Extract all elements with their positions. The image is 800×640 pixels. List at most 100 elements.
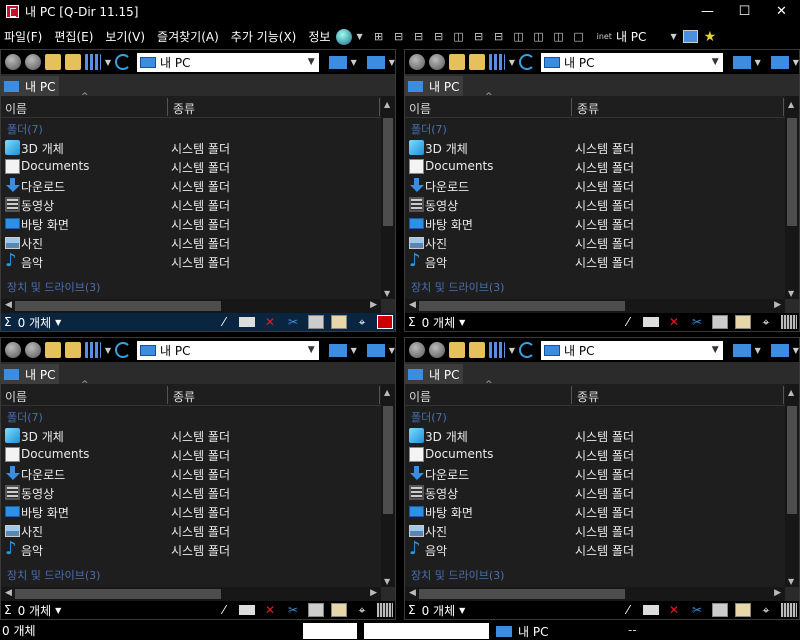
maximize-button[interactable]: ☐: [726, 0, 763, 23]
grid-view-icon[interactable]: [377, 603, 393, 617]
paste-icon[interactable]: [331, 603, 347, 617]
scroll-left-icon[interactable]: ◀: [409, 588, 416, 598]
computer-icon[interactable]: [366, 55, 385, 69]
delete-icon[interactable]: ✕: [666, 603, 682, 617]
layout-3e-icon[interactable]: ◫: [529, 30, 549, 43]
layout-2h-icon[interactable]: ⊟: [469, 30, 489, 43]
desktop-icon[interactable]: [732, 55, 751, 69]
list-item[interactable]: 사진 시스템 폴더: [405, 521, 785, 540]
desktop-icon[interactable]: [732, 343, 751, 357]
list-item[interactable]: 음악 시스템 폴더: [1, 250, 381, 271]
open-folder-icon[interactable]: [468, 54, 485, 70]
scroll-thumb[interactable]: [383, 118, 393, 226]
list-item[interactable]: 3D 개체 시스템 폴더: [1, 426, 381, 445]
list-item[interactable]: Documents 시스템 폴더: [1, 157, 381, 176]
list-item[interactable]: 동영상 시스템 폴더: [1, 195, 381, 214]
group-drives[interactable]: 장치 및 드라이브(3): [411, 567, 504, 583]
scroll-left-icon[interactable]: ◀: [5, 300, 12, 310]
list-item[interactable]: 동영상 시스템 폴더: [1, 483, 381, 502]
list-item[interactable]: 3D 개체 시스템 폴더: [405, 426, 785, 445]
column-type-header[interactable]: 종류: [577, 100, 599, 117]
scroll-right-icon[interactable]: ▶: [370, 300, 377, 310]
list-item[interactable]: 바탕 화면 시스템 폴더: [1, 502, 381, 521]
select-icon[interactable]: ⌖: [758, 603, 774, 617]
open-folder-icon[interactable]: [64, 54, 81, 70]
layout-2c-icon[interactable]: ◫: [549, 30, 569, 43]
list-item[interactable]: 음악 시스템 폴더: [405, 538, 785, 559]
layout-4-icon[interactable]: ⊟: [389, 30, 409, 43]
globe-icon[interactable]: [336, 28, 353, 45]
address-bar[interactable]: 내 PC ▼: [136, 340, 319, 360]
scroll-down-icon[interactable]: ▼: [384, 577, 390, 586]
layout-3a-icon[interactable]: ⊟: [409, 30, 429, 43]
chevron-down-icon[interactable]: ▼: [755, 346, 761, 355]
list-item[interactable]: 사진 시스템 폴더: [1, 521, 381, 540]
group-folders[interactable]: 폴더(7): [411, 409, 447, 425]
list-item[interactable]: Documents 시스템 폴더: [405, 157, 785, 176]
list-item[interactable]: 다운로드 시스템 폴더: [1, 176, 381, 195]
chevron-down-icon[interactable]: ▼: [712, 57, 719, 67]
select-icon[interactable]: ⌖: [354, 603, 370, 617]
menu-file[interactable]: 파일(F): [0, 28, 50, 45]
copy-icon[interactable]: [712, 603, 728, 617]
list-item[interactable]: 바탕 화면 시스템 폴더: [1, 214, 381, 233]
chevron-down-icon[interactable]: ▼: [670, 32, 676, 41]
chevron-down-icon[interactable]: ▼: [755, 58, 761, 67]
layout-2v-icon[interactable]: ◫: [449, 30, 469, 43]
list-item[interactable]: 다운로드 시스템 폴더: [1, 464, 381, 483]
scroll-thumb[interactable]: [383, 406, 393, 514]
list-item[interactable]: 3D 개체 시스템 폴더: [1, 138, 381, 157]
scroll-thumb[interactable]: [419, 589, 625, 599]
view-mode-icon[interactable]: [84, 54, 101, 70]
mail-icon[interactable]: [239, 317, 255, 327]
computer-icon[interactable]: [366, 343, 385, 357]
paste-icon[interactable]: [735, 603, 751, 617]
magic-wand-icon[interactable]: ⁄: [620, 315, 636, 329]
chevron-down-icon[interactable]: ▼: [793, 58, 799, 67]
layout-3d-icon[interactable]: ◫: [509, 30, 529, 43]
close-button[interactable]: ✕: [763, 0, 800, 23]
refresh-icon[interactable]: [115, 342, 131, 358]
layout-3b-icon[interactable]: ⊟: [429, 30, 449, 43]
horizontal-scrollbar[interactable]: ◀ ▶: [405, 299, 785, 313]
delete-icon[interactable]: ✕: [262, 315, 278, 329]
chevron-down-icon[interactable]: ▼: [105, 58, 111, 67]
magic-wand-icon[interactable]: ⁄: [216, 315, 232, 329]
list-item[interactable]: 다운로드 시스템 폴더: [405, 176, 785, 195]
chevron-down-icon[interactable]: ▼: [793, 346, 799, 355]
grid-view-icon[interactable]: [781, 603, 797, 617]
column-divider[interactable]: [379, 98, 380, 116]
address-bar[interactable]: 내 PC ▼: [540, 340, 723, 360]
scroll-right-icon[interactable]: ▶: [774, 588, 781, 598]
scroll-up-icon[interactable]: ▲: [384, 100, 390, 109]
address-bar[interactable]: 내 PC ▼: [136, 52, 319, 72]
scroll-right-icon[interactable]: ▶: [370, 588, 377, 598]
column-divider[interactable]: [167, 98, 168, 116]
column-divider[interactable]: [571, 98, 572, 116]
copy-icon[interactable]: [308, 315, 324, 329]
group-folders[interactable]: 폴더(7): [7, 121, 43, 137]
list-item[interactable]: 3D 개체 시스템 폴더: [405, 138, 785, 157]
view-mode-icon[interactable]: [488, 342, 505, 358]
open-folder-icon[interactable]: [468, 342, 485, 358]
delete-icon[interactable]: ✕: [262, 603, 278, 617]
refresh-icon[interactable]: [115, 54, 131, 70]
scroll-down-icon[interactable]: ▼: [788, 577, 794, 586]
tab-my-pc[interactable]: 내 PC: [1, 76, 59, 96]
select-icon[interactable]: ⌖: [354, 315, 370, 329]
column-divider[interactable]: [379, 386, 380, 404]
chevron-down-icon[interactable]: ▼: [389, 346, 395, 355]
computer-icon[interactable]: [770, 55, 789, 69]
chevron-down-icon[interactable]: ▼: [351, 58, 357, 67]
horizontal-scrollbar[interactable]: ◀ ▶: [1, 299, 381, 313]
forward-icon[interactable]: [24, 342, 41, 358]
desktop-icon[interactable]: [328, 343, 347, 357]
mail-icon[interactable]: [643, 317, 659, 327]
tab-my-pc[interactable]: 내 PC: [405, 76, 463, 96]
forward-icon[interactable]: [428, 54, 445, 70]
refresh-icon[interactable]: [519, 54, 535, 70]
list-item[interactable]: 사진 시스템 폴더: [1, 233, 381, 252]
paste-icon[interactable]: [735, 315, 751, 329]
magic-wand-icon[interactable]: ⁄: [620, 603, 636, 617]
scroll-up-icon[interactable]: ▲: [384, 388, 390, 397]
